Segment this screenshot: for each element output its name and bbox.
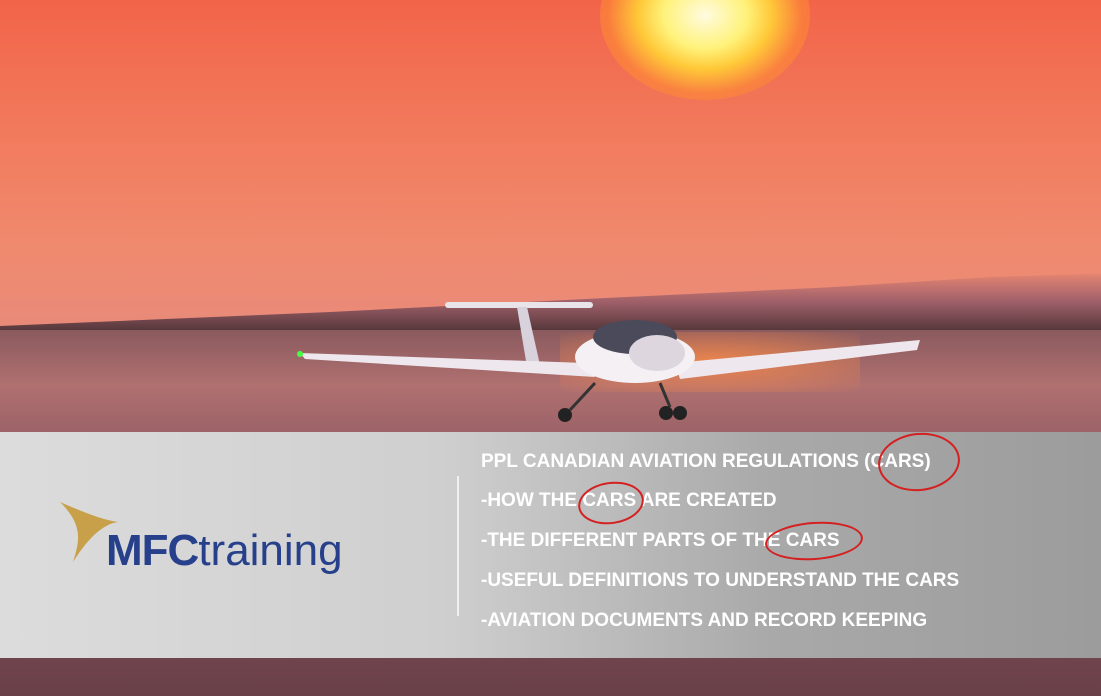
topic-title: PPL CANADIAN AVIATION REGULATIONS (CARS) <box>481 451 931 472</box>
logo-text-bold: MFC <box>106 526 199 575</box>
sunset-sky <box>0 0 1101 330</box>
divider <box>457 476 459 616</box>
logo-text-light: training <box>198 526 343 575</box>
airplane-image <box>297 302 920 422</box>
topic-item: -USEFUL DEFINITIONS TO UNDERSTAND THE CA… <box>481 570 960 591</box>
topic-item: -AVIATION DOCUMENTS AND RECORD KEEPING <box>481 610 928 631</box>
